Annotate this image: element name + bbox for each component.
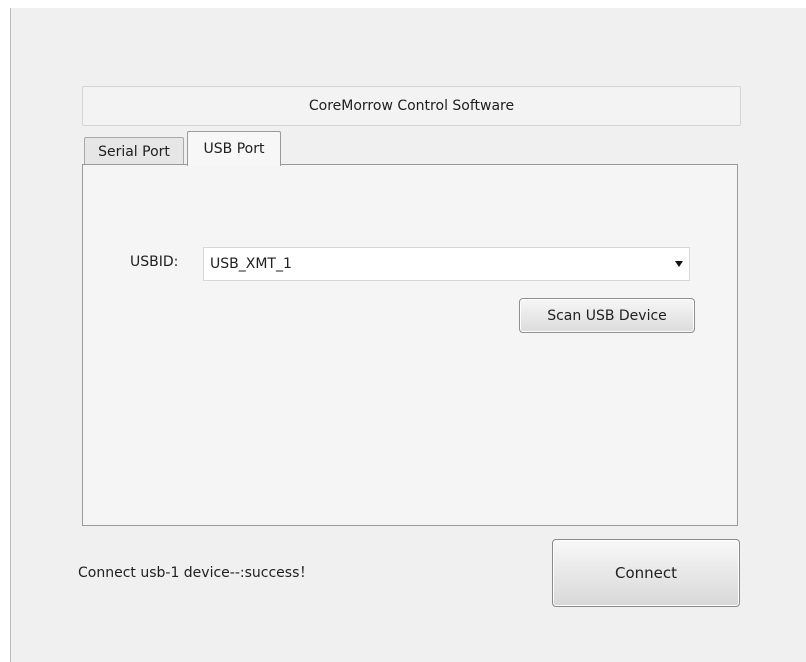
usbid-label: USBID: [130,254,179,270]
tab-usb-port-label: USB Port [203,141,265,157]
tab-serial-port[interactable]: Serial Port [84,137,184,165]
app-title: CoreMorrow Control Software [308,98,515,114]
usbid-selected-value: USB_XMT_1 [210,256,292,272]
scan-usb-device-button[interactable]: Scan USB Device [519,298,695,333]
dropdown-arrow-icon[interactable] [675,261,683,267]
usb-port-panel [82,164,738,526]
scan-usb-device-label: Scan USB Device [547,307,667,324]
app-title-bar: CoreMorrow Control Software [82,86,741,126]
tab-serial-port-label: Serial Port [98,143,170,160]
status-message: Connect usb-1 device--:success！ [78,565,314,581]
tab-usb-port[interactable]: USB Port [187,131,281,166]
connect-button[interactable]: Connect [552,539,740,607]
usbid-select[interactable]: USB_XMT_1 [203,247,690,281]
connect-button-label: Connect [614,564,678,582]
